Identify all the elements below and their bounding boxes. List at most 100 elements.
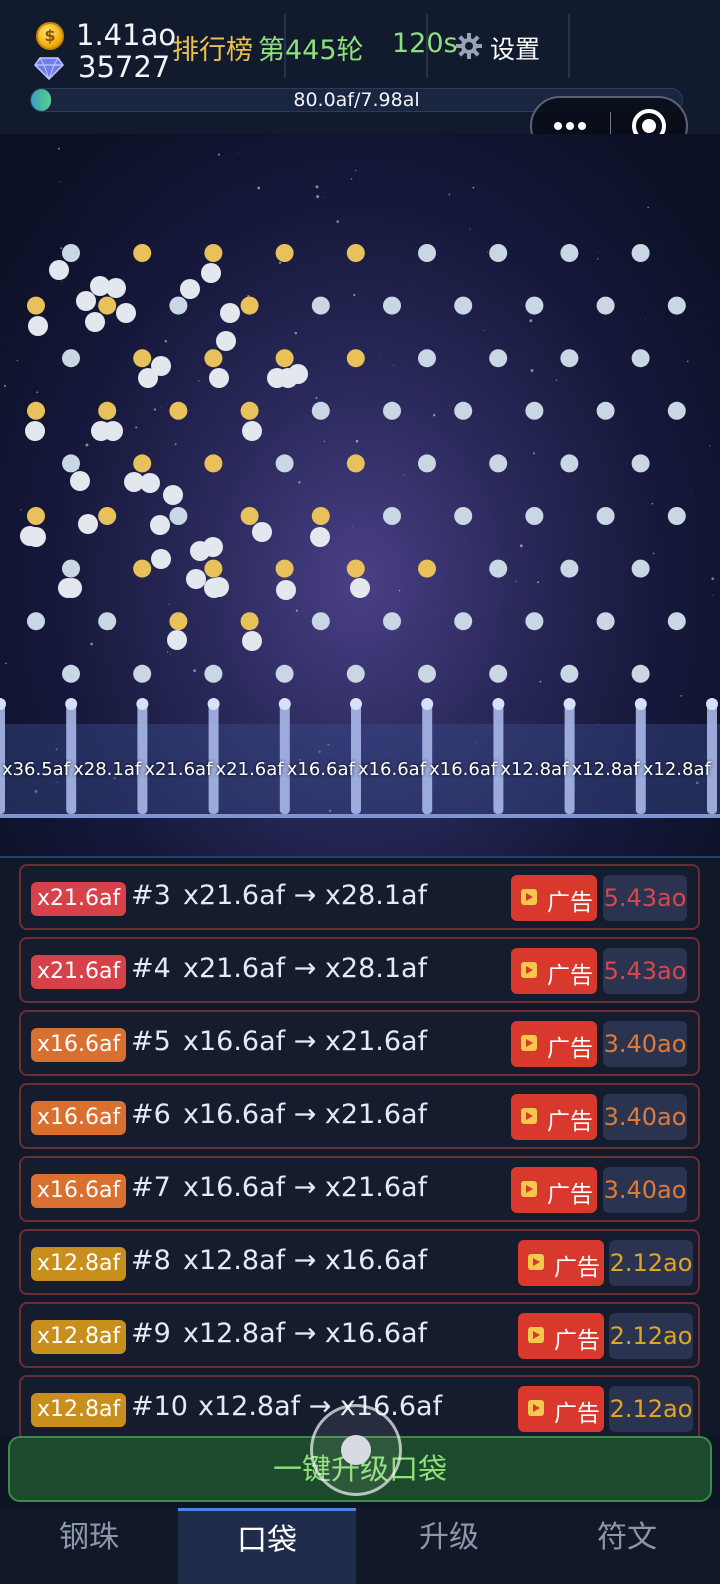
silver-peg [418, 664, 436, 683]
settings-button[interactable]: 设置 [490, 30, 540, 66]
star [198, 380, 200, 382]
pocket-multiplier-badge: x12.8af [31, 1393, 127, 1427]
star [597, 258, 599, 260]
silver-peg [27, 612, 45, 631]
video-ad-icon [521, 889, 537, 905]
silver-peg [62, 244, 80, 262]
upgrade-cost-button[interactable]: 2.12ao [609, 1240, 693, 1286]
steel-ball [186, 569, 206, 589]
silver-peg [489, 559, 508, 578]
upgrade-cost-button[interactable]: 3.40ao [603, 1167, 687, 1213]
video-ad-icon [528, 1254, 544, 1270]
watch-ad-upgrade-button[interactable]: 广告 [518, 1240, 604, 1286]
upgrade-cost-button[interactable]: 3.40ao [603, 1094, 687, 1140]
steel-ball [216, 331, 236, 351]
star [398, 589, 401, 592]
star [555, 379, 558, 381]
tab-runes[interactable]: 符文 [538, 1508, 716, 1584]
star [20, 509, 22, 511]
upgrade-cost-button[interactable]: 3.40ao [603, 1021, 687, 1067]
silver-peg [596, 296, 615, 315]
star [647, 206, 649, 209]
gear-icon[interactable] [455, 32, 483, 60]
star [402, 474, 404, 476]
watch-ad-upgrade-button[interactable]: 广告 [511, 1021, 597, 1067]
silver-peg [631, 454, 650, 473]
upgrade-cost-button[interactable]: 5.43ao [603, 948, 687, 994]
silver-peg [525, 507, 544, 525]
star [486, 251, 488, 253]
watch-ad-upgrade-button[interactable]: 广告 [511, 1094, 597, 1140]
tab-pockets[interactable]: 口袋 [178, 1508, 356, 1584]
coins-value: 1.41ao [76, 18, 177, 52]
steel-ball [140, 473, 160, 493]
silver-peg [62, 349, 80, 368]
star [5, 662, 7, 665]
steel-ball [163, 485, 183, 505]
silver-peg [454, 401, 473, 420]
bucket-multiplier: x12.8af [642, 759, 711, 780]
watch-ad-upgrade-button[interactable]: 广告 [511, 1167, 597, 1213]
pocket-upgrade-list: x21.6af #3 x21.6af → x28.1af 广告 5.43ao x21.6a… [0, 856, 720, 1441]
silver-peg [311, 612, 330, 631]
upgrade-cost-button[interactable]: 2.12ao [609, 1313, 693, 1359]
watch-ad-upgrade-button[interactable]: 广告 [518, 1313, 604, 1359]
silver-peg [560, 454, 579, 473]
gold-peg [204, 349, 223, 368]
upgrade-cost-button[interactable]: 5.43ao [603, 875, 687, 921]
steel-ball [28, 316, 48, 336]
gold-peg [27, 401, 45, 420]
pocket-index: #4 [131, 953, 171, 984]
star [355, 439, 359, 443]
steel-ball [76, 291, 96, 311]
gold-peg [418, 559, 436, 578]
steel-ball [310, 527, 330, 547]
star [237, 152, 239, 154]
pocket-upgrade-preview: x12.8af → x16.6af [183, 1245, 428, 1276]
pocket-index: #5 [131, 1026, 171, 1057]
silver-peg [383, 507, 401, 525]
pocket-upgrade-preview: x21.6af → x28.1af [183, 953, 428, 984]
watch-ad-upgrade-button[interactable]: 广告 [511, 948, 597, 994]
joystick-knob[interactable] [341, 1435, 371, 1465]
silver-peg [667, 296, 686, 315]
bucket-post-cap [278, 698, 291, 710]
steel-ball [252, 522, 272, 542]
pocket-row: x16.6af #6 x16.6af → x21.6af 广告 3.40ao [19, 1083, 700, 1149]
plinko-board[interactable]: x36.5af x28.1af x21.6af x21.6af x16.6af x16.6… [0, 134, 720, 856]
tab-upgrades[interactable]: 升级 [360, 1508, 538, 1584]
star [85, 443, 89, 447]
star [515, 580, 517, 583]
leaderboard-button[interactable]: 排行榜 [172, 28, 253, 67]
watch-ad-upgrade-button[interactable]: 广告 [511, 875, 597, 921]
silver-peg [560, 664, 579, 683]
bucket-multiplier: x21.6af [215, 759, 284, 780]
floating-joystick[interactable] [310, 1404, 402, 1496]
silver-peg [454, 296, 473, 315]
gold-peg [275, 349, 294, 368]
star [690, 493, 692, 495]
bucket-multiplier: x16.6af [429, 759, 498, 780]
star [539, 680, 542, 683]
silver-peg [275, 454, 294, 473]
gems-value: 35727 [78, 50, 171, 84]
pocket-index: #8 [131, 1245, 171, 1276]
star [295, 609, 298, 612]
header-divider [568, 14, 570, 78]
ad-button-label: 广告 [547, 1109, 593, 1135]
bucket-post-cap [563, 698, 576, 710]
star [4, 384, 7, 387]
star [160, 406, 162, 408]
star [379, 354, 381, 355]
star [355, 169, 357, 172]
gold-peg [275, 559, 294, 578]
pocket-multiplier-badge: x12.8af [31, 1320, 127, 1354]
tab-balls[interactable]: 钢珠 [0, 1508, 178, 1584]
watch-ad-upgrade-button[interactable]: 广告 [518, 1386, 604, 1432]
steel-ball [20, 526, 40, 546]
star [16, 359, 19, 362]
pocket-upgrade-preview: x16.6af → x21.6af [183, 1026, 428, 1057]
pocket-upgrade-preview: x16.6af → x21.6af [183, 1099, 428, 1130]
gold-peg [27, 507, 45, 525]
upgrade-cost-button[interactable]: 2.12ao [609, 1386, 693, 1432]
